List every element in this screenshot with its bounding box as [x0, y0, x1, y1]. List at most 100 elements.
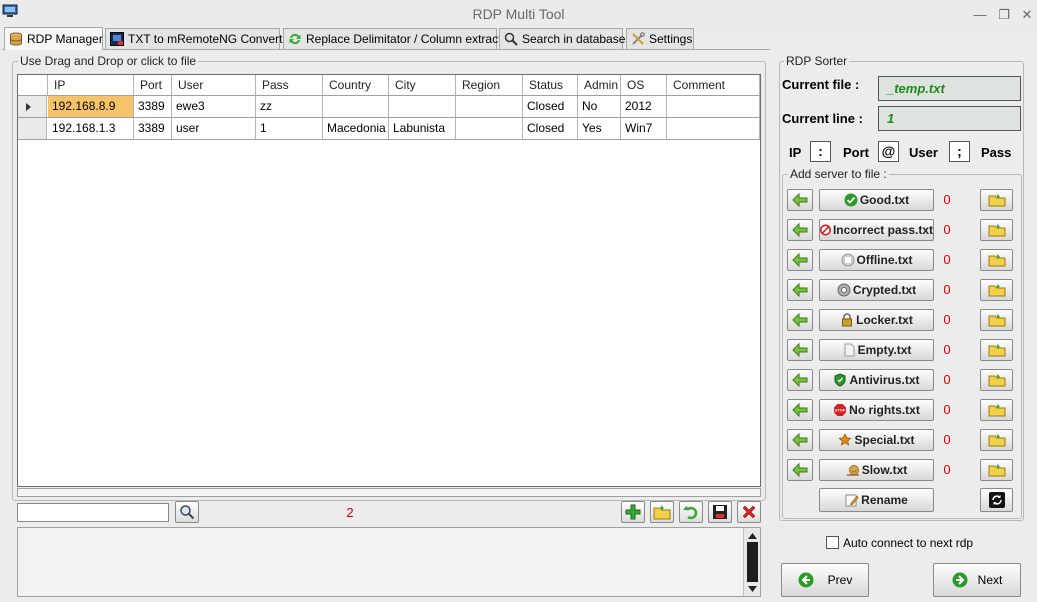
- minimize-button[interactable]: —: [972, 7, 988, 23]
- close-button[interactable]: ✕: [1019, 7, 1035, 23]
- prev-button[interactable]: Prev: [781, 563, 869, 597]
- open-folder-button[interactable]: [980, 369, 1013, 391]
- filter-input[interactable]: [17, 503, 169, 522]
- col-header-status[interactable]: Status: [523, 75, 578, 95]
- cell-pass[interactable]: zz: [256, 96, 323, 117]
- search-button[interactable]: [175, 501, 199, 523]
- cell-admin[interactable]: Yes: [578, 118, 621, 139]
- delete-button[interactable]: [737, 501, 761, 523]
- move-to-file-button[interactable]: [787, 249, 813, 271]
- move-to-file-button[interactable]: [787, 219, 813, 241]
- open-folder-button[interactable]: [980, 309, 1013, 331]
- cell-pass[interactable]: 1: [256, 118, 323, 139]
- col-header-region[interactable]: Region: [456, 75, 523, 95]
- table-row[interactable]: 192.168.1.3 3389 user 1 Macedonia Labuni…: [18, 118, 760, 140]
- move-to-file-button[interactable]: [787, 369, 813, 391]
- table-row[interactable]: 192.168.8.9 3389 ewe3 zz Closed No 2012: [18, 96, 760, 118]
- add-button[interactable]: [621, 501, 645, 523]
- move-to-file-button[interactable]: [787, 189, 813, 211]
- open-folder-button[interactable]: [980, 459, 1013, 481]
- col-header-port[interactable]: Port: [134, 75, 172, 95]
- cell-ip[interactable]: 192.168.8.9: [48, 96, 134, 117]
- cell-status[interactable]: Closed: [523, 118, 578, 139]
- undo-button[interactable]: [679, 501, 703, 523]
- restore-button[interactable]: ❐: [996, 7, 1012, 23]
- cell-user[interactable]: user: [172, 118, 256, 139]
- col-header-user[interactable]: User: [172, 75, 256, 95]
- tab-replace-delimitator[interactable]: Replace Delimitator / Column extractor: [283, 28, 512, 49]
- cell-port[interactable]: 3389: [134, 96, 172, 117]
- cell-comment[interactable]: [667, 118, 760, 139]
- cell-city[interactable]: [389, 96, 456, 117]
- file-button[interactable]: Incorrect pass.txt: [819, 219, 934, 241]
- reload-button[interactable]: [980, 488, 1013, 512]
- cell-comment[interactable]: [667, 96, 760, 117]
- cell-city[interactable]: Labunista: [389, 118, 456, 139]
- file-button[interactable]: Crypted.txt: [819, 279, 934, 301]
- file-button[interactable]: Good.txt: [819, 189, 934, 211]
- file-button[interactable]: Antivirus.txt: [819, 369, 934, 391]
- cell-country[interactable]: [323, 96, 389, 117]
- auto-connect-checkbox[interactable]: [826, 536, 839, 549]
- col-header-os[interactable]: OS: [621, 75, 667, 95]
- cell-status[interactable]: Closed: [523, 96, 578, 117]
- open-folder-button[interactable]: [980, 279, 1013, 301]
- move-to-file-button[interactable]: [787, 459, 813, 481]
- rename-button[interactable]: Rename: [819, 488, 934, 512]
- open-folder-button[interactable]: [980, 339, 1013, 361]
- file-button[interactable]: Empty.txt: [819, 339, 934, 361]
- scroll-up-icon[interactable]: [748, 533, 757, 539]
- row-header[interactable]: [18, 96, 47, 117]
- scroll-thumb[interactable]: [747, 542, 758, 582]
- ip-separator-field[interactable]: :: [810, 141, 831, 162]
- col-header-ip[interactable]: IP: [48, 75, 134, 95]
- file-button[interactable]: Locker.txt: [819, 309, 934, 331]
- cell-os[interactable]: 2012: [621, 96, 667, 117]
- open-folder-button[interactable]: [980, 249, 1013, 271]
- next-button[interactable]: Next: [933, 563, 1021, 597]
- cell-os[interactable]: Win7: [621, 118, 667, 139]
- tab-rdp-manager[interactable]: RDP Manager: [4, 27, 103, 50]
- log-area[interactable]: [17, 527, 761, 597]
- open-button[interactable]: [650, 501, 674, 523]
- cell-port[interactable]: 3389: [134, 118, 172, 139]
- col-header-comment[interactable]: Comment: [667, 75, 760, 95]
- folder-icon: [988, 284, 1005, 297]
- cell-region[interactable]: [456, 96, 523, 117]
- save-button[interactable]: [708, 501, 732, 523]
- horizontal-scrollbar[interactable]: [17, 488, 761, 497]
- move-to-file-button[interactable]: [787, 399, 813, 421]
- file-button[interactable]: Slow.txt: [819, 459, 934, 481]
- col-header-country[interactable]: Country: [323, 75, 389, 95]
- user-separator-field[interactable]: ;: [949, 141, 970, 162]
- open-folder-button[interactable]: [980, 189, 1013, 211]
- undo-icon: [683, 506, 698, 520]
- cell-ip[interactable]: 192.168.1.3: [48, 118, 134, 139]
- move-to-file-button[interactable]: [787, 309, 813, 331]
- cell-user[interactable]: ewe3: [172, 96, 256, 117]
- open-folder-button[interactable]: [980, 429, 1013, 451]
- col-header-admin[interactable]: Admin: [578, 75, 621, 95]
- file-button[interactable]: STOP No rights.txt: [819, 399, 934, 421]
- port-separator-field[interactable]: @: [878, 141, 899, 162]
- cell-admin[interactable]: No: [578, 96, 621, 117]
- tab-txt-converter[interactable]: TXT to mRemoteNG Converter: [105, 28, 293, 49]
- move-to-file-button[interactable]: [787, 339, 813, 361]
- rdp-grid[interactable]: IP Port User Pass Country City Region St…: [17, 74, 761, 487]
- open-folder-button[interactable]: [980, 399, 1013, 421]
- vertical-scrollbar[interactable]: [743, 528, 760, 596]
- scroll-down-icon[interactable]: [748, 586, 757, 592]
- file-button[interactable]: Offline.txt: [819, 249, 934, 271]
- cell-region[interactable]: [456, 118, 523, 139]
- file-label: Antivirus.txt: [849, 373, 920, 387]
- tab-settings[interactable]: Settings: [626, 28, 694, 49]
- open-folder-button[interactable]: [980, 219, 1013, 241]
- cell-country[interactable]: Macedonia: [323, 118, 389, 139]
- file-button[interactable]: Special.txt: [819, 429, 934, 451]
- col-header-pass[interactable]: Pass: [256, 75, 323, 95]
- move-to-file-button[interactable]: [787, 279, 813, 301]
- tab-search-database[interactable]: Search in database: [499, 28, 625, 49]
- row-header[interactable]: [18, 118, 47, 139]
- move-to-file-button[interactable]: [787, 429, 813, 451]
- col-header-city[interactable]: City: [389, 75, 456, 95]
